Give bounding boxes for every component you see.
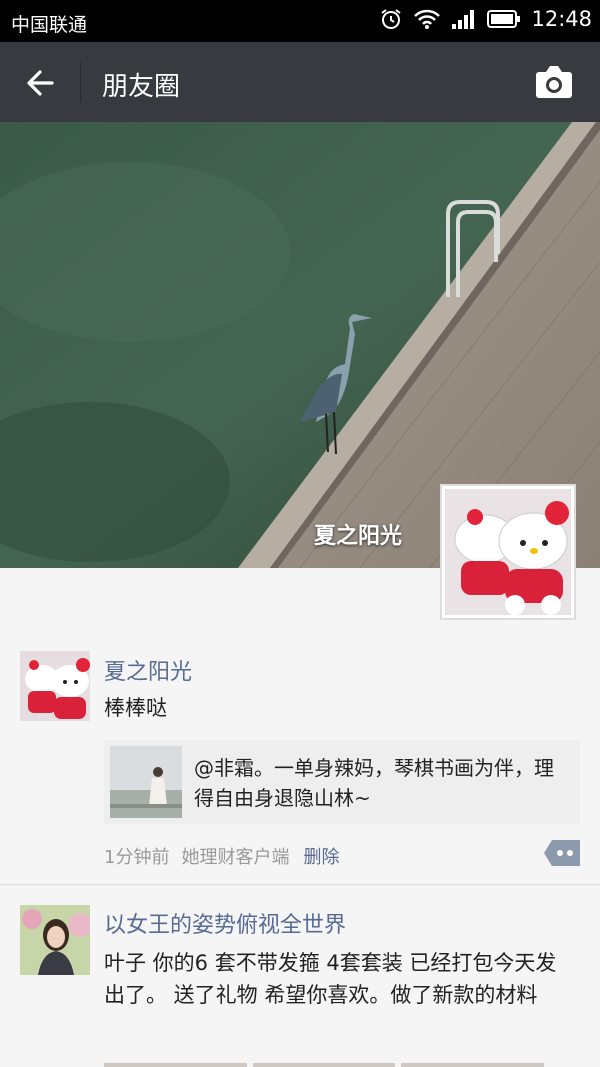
- post-text: 叶子 你的6 套不带发箍 4套套装 已经打包今天发出了。 送了礼物 希望你喜欢。…: [104, 951, 557, 1007]
- post-source[interactable]: 她理财客户端: [181, 847, 289, 868]
- delete-link[interactable]: 删除: [303, 847, 339, 868]
- avatar-image: [20, 905, 90, 975]
- camera-icon[interactable]: [534, 64, 574, 100]
- post-user-name[interactable]: 夏之阳光: [104, 654, 192, 686]
- avatar-image: [445, 489, 571, 615]
- shared-text: @非霜。一单身辣妈，琴棋书画为伴，理得自由身退隐山林~: [194, 756, 554, 810]
- shared-link-card[interactable]: @非霜。一单身辣妈，琴棋书画为伴，理得自由身退隐山林~: [104, 740, 580, 824]
- alarm-icon: [381, 9, 402, 29]
- avatar[interactable]: [20, 905, 90, 975]
- page-title: 朋友圈: [102, 72, 181, 102]
- post-text: 棒棒哒: [104, 696, 167, 720]
- post-meta: 1分钟前 她理财客户端 删除: [104, 843, 339, 869]
- post-image-row[interactable]: [104, 1063, 545, 1067]
- arrow-left-icon[interactable]: [20, 62, 62, 104]
- cover-user-name: 夏之阳光: [314, 524, 403, 549]
- status-icons: 12:48: [379, 7, 592, 31]
- wifi-icon: [414, 9, 441, 29]
- post-image[interactable]: [252, 1063, 396, 1067]
- shared-thumbnail: [110, 746, 182, 818]
- clock-time: 12:48: [531, 7, 592, 31]
- status-bar: 中国联通 12:48: [0, 0, 600, 42]
- comment-icon[interactable]: [544, 840, 580, 866]
- post-image[interactable]: [401, 1063, 545, 1067]
- carrier-name: 中国联通: [11, 14, 88, 36]
- avatar[interactable]: [20, 651, 90, 721]
- signal-icon: [452, 10, 475, 29]
- cover-avatar[interactable]: [440, 484, 576, 620]
- title-divider: [80, 62, 81, 102]
- post-user-name[interactable]: 以女王的姿势俯视全世界: [104, 907, 346, 939]
- post-time: 1分钟前: [104, 847, 170, 868]
- post-image[interactable]: [104, 1063, 247, 1067]
- avatar-image: [20, 651, 90, 721]
- post-divider: [0, 884, 600, 885]
- battery-icon: [487, 10, 521, 28]
- title-bar: 朋友圈: [0, 42, 600, 122]
